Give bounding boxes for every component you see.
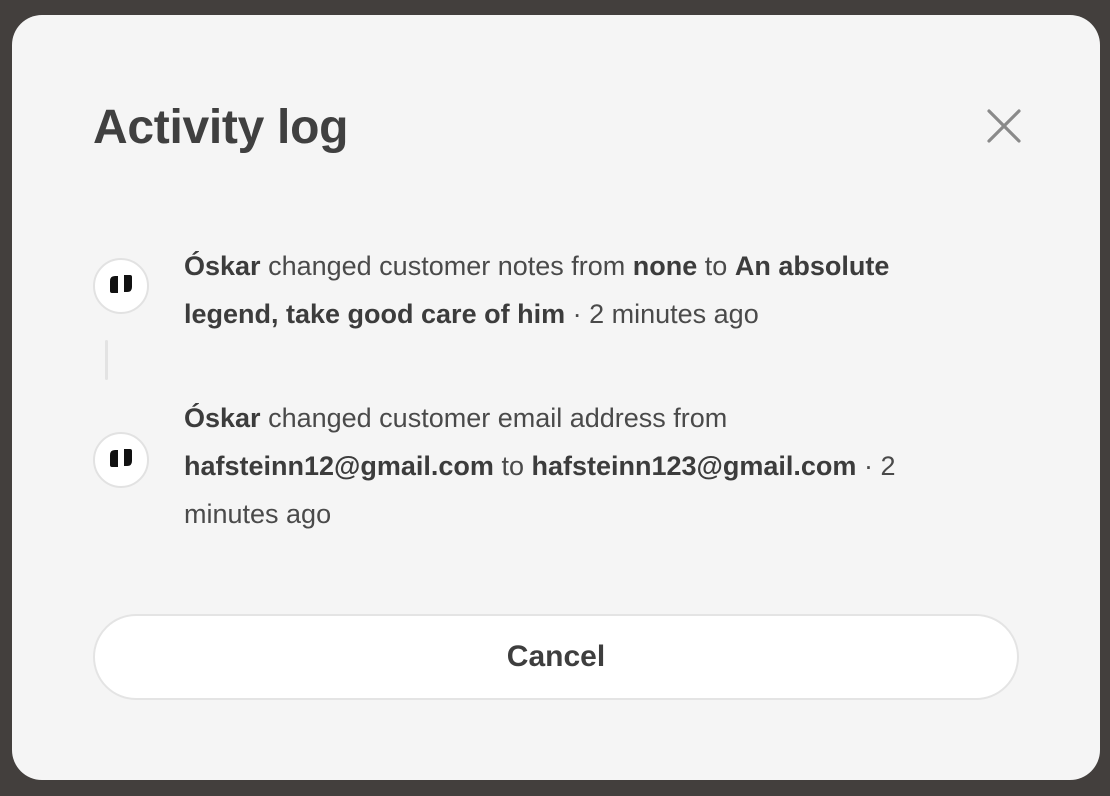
- connector-word: to: [501, 451, 524, 481]
- cancel-button[interactable]: Cancel: [93, 614, 1019, 700]
- separator-dot: ·: [863, 451, 873, 481]
- close-button[interactable]: [982, 104, 1026, 148]
- activity-entry-text: Óskar changed customer notes from none t…: [184, 242, 964, 338]
- timestamp: 2 minutes ago: [589, 299, 759, 329]
- avatar: [93, 432, 149, 488]
- brand-logo-icon: [106, 445, 136, 476]
- to-value: hafsteinn123@gmail.com: [531, 451, 857, 481]
- activity-entry-text: Óskar changed customer email address fro…: [184, 394, 964, 538]
- connector-word: to: [704, 251, 728, 281]
- action-text: changed customer notes from: [268, 251, 626, 281]
- timeline-connector: [105, 340, 108, 380]
- dialog-title: Activity log: [93, 101, 349, 154]
- actor-name: Óskar: [184, 251, 261, 281]
- brand-logo-icon: [106, 271, 136, 302]
- from-value: hafsteinn12@gmail.com: [184, 451, 494, 481]
- from-value: none: [632, 251, 698, 281]
- avatar: [93, 258, 149, 314]
- separator-dot: ·: [572, 299, 582, 329]
- activity-log-dialog: Activity log Óskar changed customer note…: [12, 15, 1100, 780]
- action-text: changed customer email address from: [268, 403, 728, 433]
- actor-name: Óskar: [184, 403, 261, 433]
- close-icon: [986, 108, 1022, 144]
